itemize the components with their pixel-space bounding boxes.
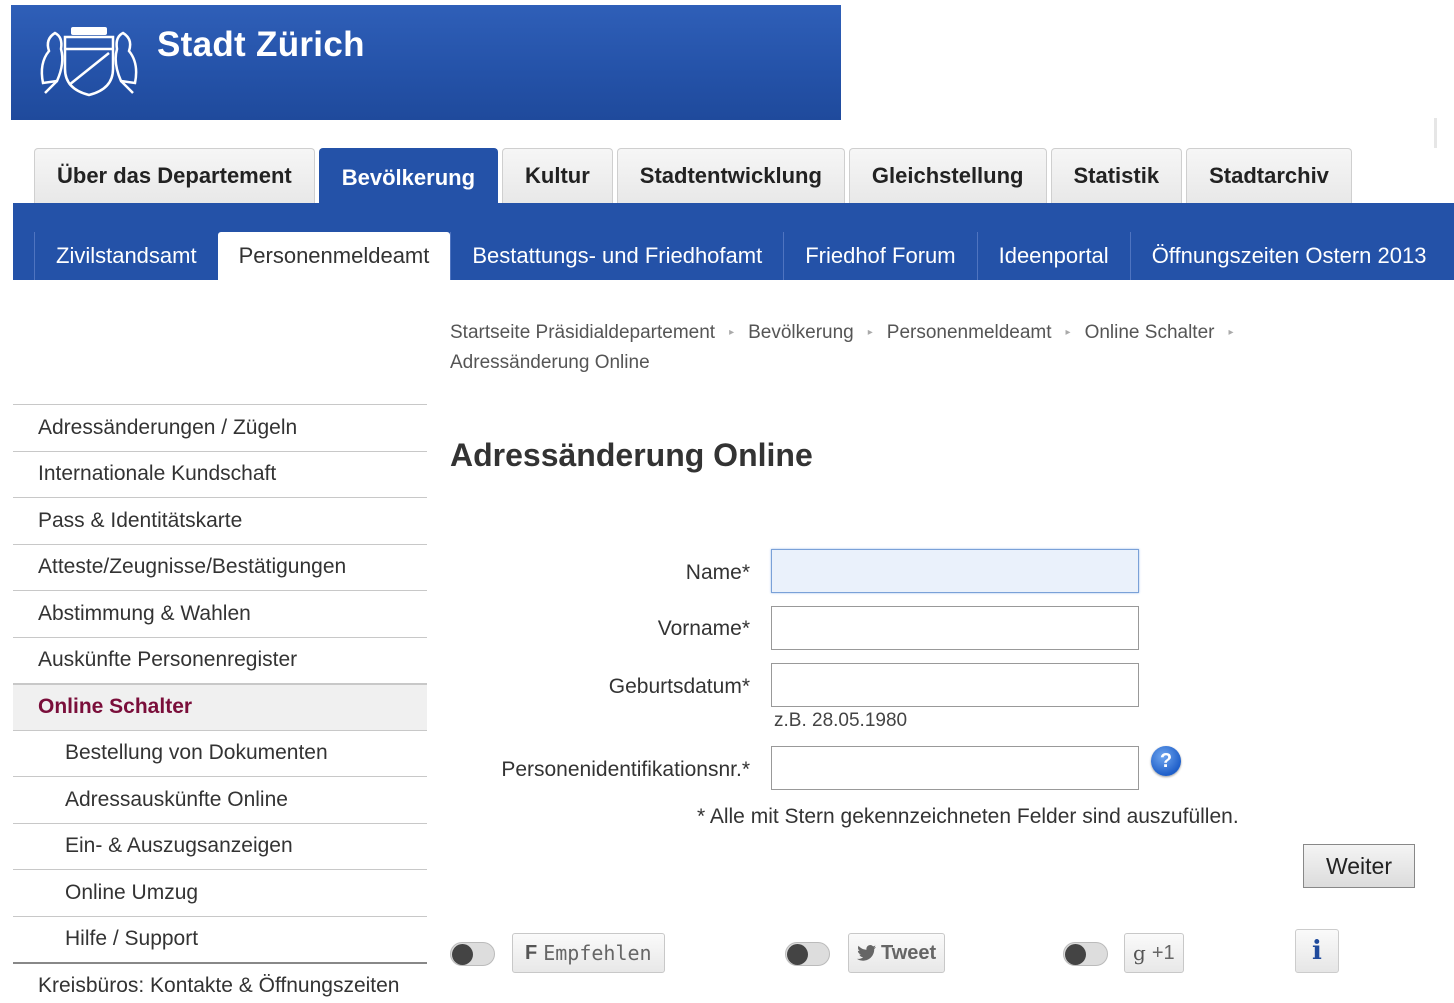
sidebar-item-online-schalter[interactable]: Online Schalter (13, 683, 427, 730)
breadcrumb-link[interactable]: Personenmeldeamt (887, 322, 1052, 343)
facebook-recommend-label: Empfehlen (543, 941, 652, 965)
sidebar-item-abstimmung-wahlen[interactable]: Abstimmung & Wahlen (13, 590, 427, 637)
header-banner: Stadt Zürich (11, 5, 841, 120)
personenidentifikationsnr-field[interactable] (771, 746, 1139, 790)
breadcrumb-separator-icon: ▸ (867, 327, 873, 338)
sub-navigation: Zivilstandsamt Personenmeldeamt Bestattu… (34, 232, 1447, 280)
required-fields-note: * Alle mit Stern gekennzeichneten Felder… (697, 805, 1239, 828)
weiter-button[interactable]: Weiter (1303, 844, 1415, 888)
tab-kultur[interactable]: Kultur (502, 148, 613, 203)
info-icon[interactable]: i (1295, 929, 1339, 973)
breadcrumb-current: Adressänderung Online (450, 352, 650, 374)
breadcrumb-separator-icon: ▸ (1065, 327, 1071, 338)
tab-stadtarchiv[interactable]: Stadtarchiv (1186, 148, 1352, 203)
facebook-icon: F (525, 941, 538, 964)
facebook-toggle[interactable] (450, 942, 495, 966)
sidebar-item-internationale-kundschaft[interactable]: Internationale Kundschaft (13, 450, 427, 498)
subtab-oeffnungszeiten-ostern[interactable]: Öffnungszeiten Ostern 2013 (1129, 232, 1448, 280)
personenidentifikationsnr-label: Personenidentifikationsnr.* (501, 758, 750, 781)
sidebar-navigation: Adressänderungen / Zügeln Internationale… (13, 404, 427, 1003)
scroll-indicator (1434, 118, 1437, 148)
sidebar-item-online-umzug[interactable]: Online Umzug (13, 869, 427, 916)
twitter-bird-icon (857, 945, 876, 961)
vorname-field[interactable] (771, 606, 1139, 650)
site-title[interactable]: Stadt Zürich (157, 25, 365, 65)
breadcrumb: Startseite Präsidialdepartement ▸ Bevölker… (450, 318, 1330, 378)
tab-ueber-das-departement[interactable]: Über das Departement (34, 148, 315, 203)
coat-of-arms-icon[interactable] (35, 23, 143, 99)
sidebar-item-adressaenderungen[interactable]: Adressänderungen / Zügeln (13, 404, 427, 451)
sidebar-item-kreisbueros[interactable]: Kreisbüros: Kontakte & Öffnungszeiten (13, 962, 427, 1003)
subtab-ideenportal[interactable]: Ideenportal (976, 232, 1130, 280)
name-field[interactable] (771, 549, 1139, 593)
tab-statistik[interactable]: Statistik (1050, 148, 1183, 203)
help-question-icon[interactable]: ? (1151, 746, 1181, 776)
tab-stadtentwicklung[interactable]: Stadtentwicklung (616, 148, 845, 203)
subtab-bestattungs-und-friedhofamt[interactable]: Bestattungs- und Friedhofamt (450, 232, 783, 280)
breadcrumb-separator-icon: ▸ (1228, 327, 1234, 338)
subtab-personenmeldeamt[interactable]: Personenmeldeamt (217, 232, 451, 280)
sidebar-item-pass-identitaetskarte[interactable]: Pass & Identitätskarte (13, 497, 427, 544)
tweet-label: Tweet (881, 941, 937, 964)
tab-gleichstellung[interactable]: Gleichstellung (848, 148, 1047, 203)
tab-bevoelkerung[interactable]: Bevölkerung (318, 148, 499, 203)
geburtsdatum-field[interactable] (771, 663, 1139, 707)
tweet-button[interactable]: Tweet (848, 933, 946, 973)
sidebar-item-atteste[interactable]: Atteste/Zeugnisse/Bestätigungen (13, 543, 427, 591)
vorname-label: Vorname* (657, 617, 750, 640)
sidebar-item-auskuenfte[interactable]: Auskünfte Personenregister (13, 636, 427, 684)
name-label: Name* (685, 561, 750, 584)
breadcrumb-link[interactable]: Startseite Präsidialdepartement (450, 322, 715, 343)
google-plus-toggle[interactable] (1063, 942, 1108, 966)
google-plus-one-label: +1 (1151, 941, 1175, 964)
subtab-friedhof-forum[interactable]: Friedhof Forum (783, 232, 976, 280)
facebook-recommend-button[interactable]: F Empfehlen (512, 933, 665, 973)
google-plus-one-button[interactable]: g +1 (1124, 933, 1184, 973)
google-icon: g (1133, 941, 1146, 965)
page-title: Adressänderung Online (450, 437, 813, 473)
main-navigation: Über das Departement Bevölkerung Kultur … (34, 148, 1356, 203)
subtab-zivilstandsamt[interactable]: Zivilstandsamt (34, 232, 218, 280)
twitter-toggle[interactable] (785, 942, 830, 966)
breadcrumb-separator-icon: ▸ (729, 327, 735, 338)
sidebar-item-ein-auszugsanzeigen[interactable]: Ein- & Auszugsanzeigen (13, 822, 427, 870)
geburtsdatum-hint: z.B. 28.05.1980 (774, 710, 908, 731)
sidebar-item-adressauskuenfte[interactable]: Adressauskünfte Online (13, 776, 427, 823)
breadcrumb-link[interactable]: Online Schalter (1085, 322, 1215, 343)
sidebar-item-bestellung-dokumente[interactable]: Bestellung von Dokumenten (13, 729, 427, 777)
sidebar-item-hilfe-support[interactable]: Hilfe / Support (13, 915, 427, 963)
breadcrumb-link[interactable]: Bevölkerung (748, 322, 854, 343)
geburtsdatum-label: Geburtsdatum* (608, 675, 750, 698)
